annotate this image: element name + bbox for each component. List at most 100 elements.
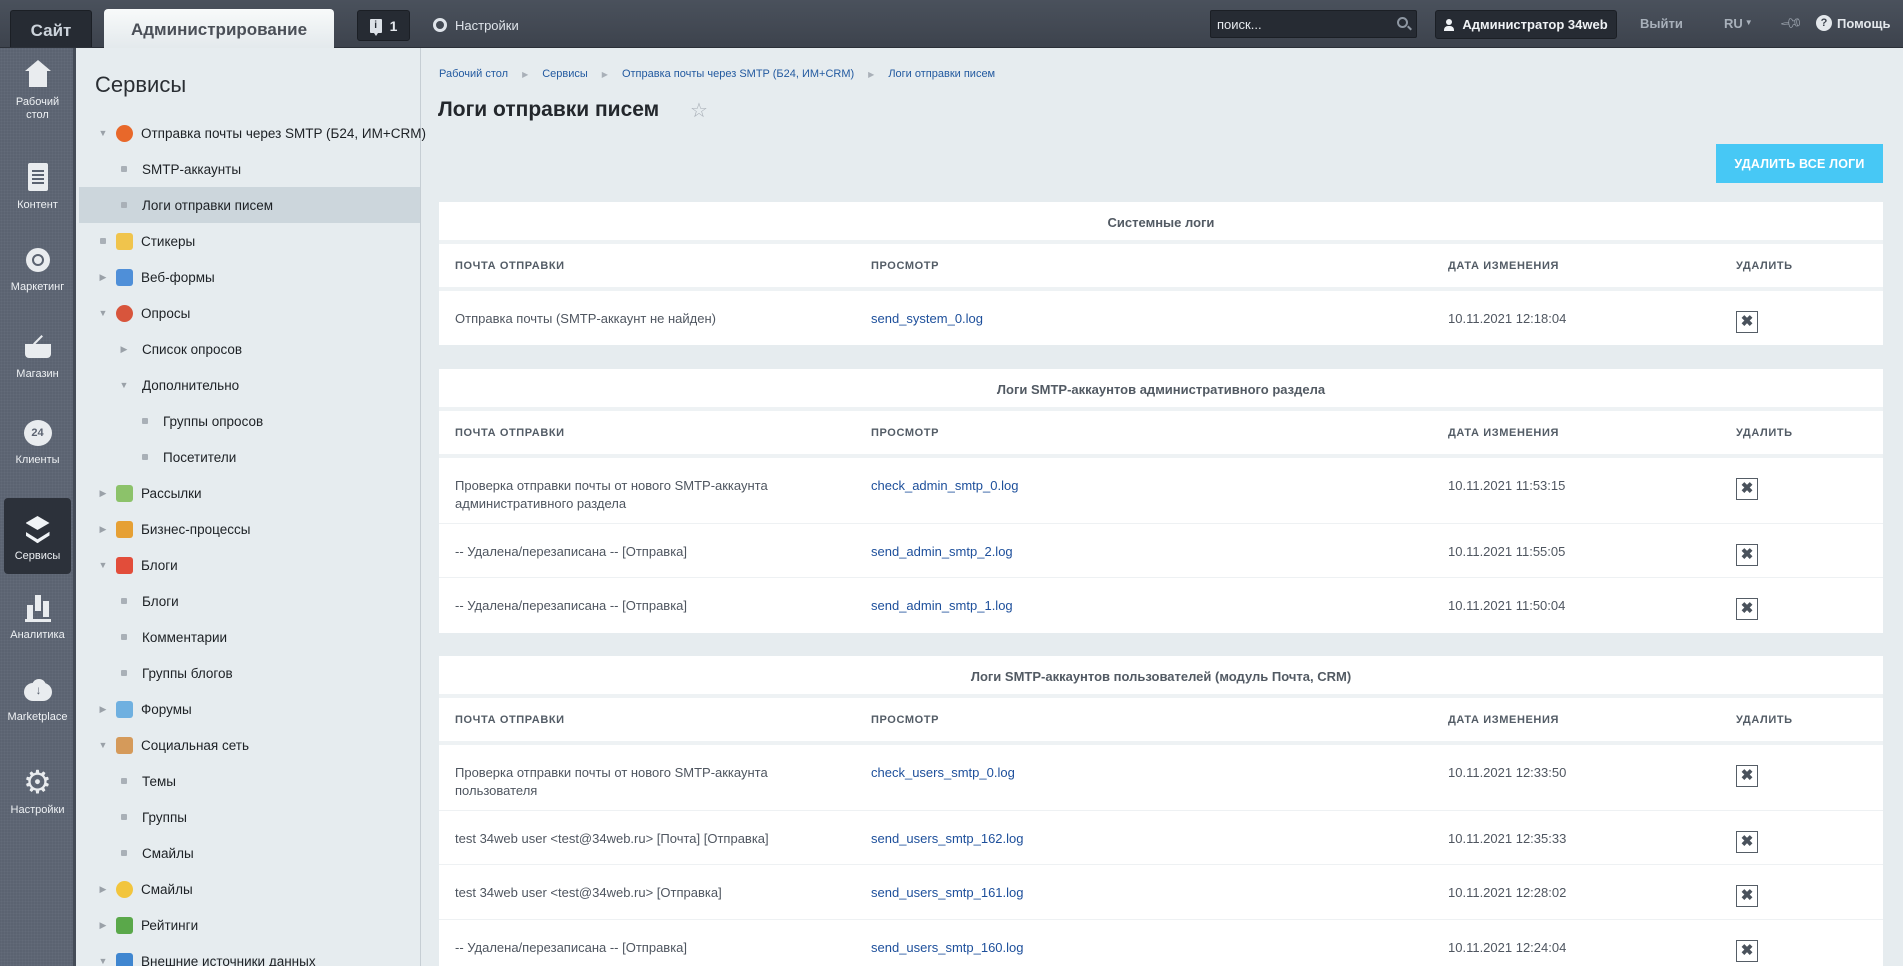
- tree-item[interactable]: Логи отправки писем: [79, 187, 420, 223]
- rail-item-label: Marketplace: [7, 711, 68, 723]
- delete-cell: ✖: [1736, 811, 1876, 853]
- tree-item[interactable]: ▼ Дополнительно: [79, 367, 420, 403]
- collapse-arrow-icon[interactable]: ▶: [96, 884, 110, 895]
- expand-arrow-icon[interactable]: ▼: [96, 740, 110, 750]
- tree-item[interactable]: ▶ Смайлы: [79, 871, 420, 907]
- expand-arrow-icon[interactable]: ▼: [96, 128, 110, 138]
- log-file-link[interactable]: send_users_smtp_161.log: [871, 885, 1024, 900]
- breadcrumb-desktop[interactable]: Рабочий стол: [439, 68, 508, 80]
- tree-item-label: Дополнительно: [142, 377, 240, 393]
- log-file-link[interactable]: check_users_smtp_0.log: [871, 765, 1015, 780]
- tree-item-label: Бизнес-процессы: [141, 521, 251, 537]
- rail-item-settings[interactable]: Настройки: [4, 764, 71, 824]
- delete-log-button[interactable]: ✖: [1736, 598, 1758, 620]
- collapse-arrow-icon[interactable]: ▶: [96, 704, 110, 715]
- expand-arrow-icon[interactable]: ▼: [96, 560, 110, 570]
- tree-item[interactable]: ▶ Форумы: [79, 691, 420, 727]
- tree-item[interactable]: Стикеры: [79, 223, 420, 259]
- rail-item-clients[interactable]: Клиенты: [4, 418, 71, 474]
- expand-arrow-icon[interactable]: ▼: [96, 308, 110, 318]
- tree-item[interactable]: ▼ Отправка почты через SMTP (Б24, ИМ+CRM): [79, 115, 426, 151]
- home-icon: [23, 60, 53, 90]
- table-row: -- Удалена/перезаписана -- [Отправка] sen…: [439, 524, 1883, 578]
- tree-item[interactable]: ▼ Внешние источники данных: [79, 943, 420, 966]
- log-file-link[interactable]: check_admin_smtp_0.log: [871, 478, 1018, 493]
- delete-log-button[interactable]: ✖: [1736, 940, 1758, 962]
- tree-item[interactable]: SMTP-аккаунты: [79, 151, 420, 187]
- rail-item-content[interactable]: Контент: [4, 163, 71, 219]
- rail-item-analytics[interactable]: Аналитика: [4, 593, 71, 649]
- bullet-icon: [121, 202, 127, 208]
- delete-log-button[interactable]: ✖: [1736, 765, 1758, 787]
- tree-item-label: Список опросов: [142, 341, 243, 357]
- help-link[interactable]: ? Помощь: [1816, 15, 1890, 31]
- tree-item[interactable]: ▼ Блоги: [79, 547, 420, 583]
- delete-all-logs-button[interactable]: УДАЛИТЬ ВСЕ ЛОГИ: [1716, 144, 1883, 183]
- notification-info-icon: i: [369, 18, 382, 36]
- delete-cell: ✖: [1736, 920, 1876, 962]
- search-input[interactable]: [1211, 11, 1381, 37]
- section-title: Логи SMTP-аккаунтов административного ра…: [439, 369, 1883, 411]
- tree-item[interactable]: Группы блогов: [79, 655, 420, 691]
- expand-arrow-icon[interactable]: ▼: [96, 956, 110, 966]
- site-tab[interactable]: Сайт: [10, 10, 92, 47]
- document-icon: [23, 163, 53, 193]
- search-icon[interactable]: [1397, 17, 1408, 28]
- rail-item-shop[interactable]: Магазин: [4, 332, 71, 388]
- log-file-link[interactable]: send_users_smtp_160.log: [871, 940, 1024, 955]
- delete-log-button[interactable]: ✖: [1736, 311, 1758, 333]
- target-icon: [23, 245, 53, 275]
- tree-item[interactable]: Блоги: [79, 583, 420, 619]
- tree-item[interactable]: ▶ Рассылки: [79, 475, 420, 511]
- tree-item[interactable]: Темы: [79, 763, 420, 799]
- log-file-link[interactable]: send_admin_smtp_1.log: [871, 598, 1013, 613]
- breadcrumb-smtp[interactable]: Отправка почты через SMTP (Б24, ИМ+CRM): [622, 68, 854, 80]
- log-file-link[interactable]: send_admin_smtp_2.log: [871, 544, 1013, 559]
- collapse-arrow-icon[interactable]: ▶: [96, 488, 110, 499]
- pin-icon[interactable]: 📌︎: [1778, 10, 1804, 36]
- log-file-link[interactable]: send_users_smtp_162.log: [871, 831, 1024, 846]
- collapse-arrow-icon[interactable]: ▶: [117, 344, 131, 355]
- rail-item-marketing[interactable]: Маркетинг: [4, 245, 71, 301]
- tree-item[interactable]: ▶ Рейтинги: [79, 907, 420, 943]
- expand-arrow-icon[interactable]: ▼: [117, 380, 131, 390]
- collapse-arrow-icon[interactable]: ▶: [96, 920, 110, 931]
- delete-log-button[interactable]: ✖: [1736, 544, 1758, 566]
- settings-link[interactable]: Настройки: [433, 14, 519, 36]
- breadcrumb-services[interactable]: Сервисы: [542, 68, 588, 80]
- tree-item[interactable]: ▶ Список опросов: [79, 331, 420, 367]
- column-header: ПОЧТА ОТПРАВКИ: [455, 713, 565, 726]
- settings-label: Настройки: [455, 17, 519, 33]
- tree-item-label: Темы: [142, 773, 176, 789]
- web-forms-icon: [116, 268, 133, 286]
- rail-item-services[interactable]: Сервисы: [4, 498, 71, 574]
- tree-item[interactable]: ▼ Опросы: [79, 295, 420, 331]
- tree-item[interactable]: Группы опросов: [79, 403, 420, 439]
- rail-item-label: Магазин: [16, 368, 59, 380]
- delete-log-button[interactable]: ✖: [1736, 885, 1758, 907]
- table-row: Проверка отправки почты от нового SMTP-а…: [439, 745, 1883, 811]
- administration-tab[interactable]: Администрирование: [104, 9, 334, 49]
- tree-item[interactable]: Группы: [79, 799, 420, 835]
- tree-item[interactable]: Комментарии: [79, 619, 420, 655]
- tree-item[interactable]: ▶ Веб-формы: [79, 259, 420, 295]
- favorite-star-icon[interactable]: ☆: [690, 98, 708, 123]
- notifications-button[interactable]: i 1: [357, 10, 410, 41]
- collapse-arrow-icon[interactable]: ▶: [96, 272, 110, 283]
- bullet-icon: [121, 634, 127, 640]
- tree-item[interactable]: Смайлы: [79, 835, 420, 871]
- rail-item-marketplace[interactable]: Marketplace: [4, 675, 71, 731]
- tree-item[interactable]: ▼ Социальная сеть: [79, 727, 420, 763]
- mail-smtp-icon: [116, 124, 133, 142]
- delete-log-button[interactable]: ✖: [1736, 831, 1758, 853]
- language-selector[interactable]: RU ▼: [1724, 16, 1753, 31]
- rail-item-desktop[interactable]: Рабочий стол: [4, 58, 71, 122]
- user-button[interactable]: Администратор 34web: [1435, 10, 1617, 39]
- log-file-link[interactable]: send_system_0.log: [871, 311, 983, 326]
- tree-item[interactable]: ▶ Бизнес-процессы: [79, 511, 420, 547]
- breadcrumb-current[interactable]: Логи отправки писем: [888, 68, 995, 80]
- collapse-arrow-icon[interactable]: ▶: [96, 524, 110, 535]
- delete-log-button[interactable]: ✖: [1736, 478, 1758, 500]
- logout-link[interactable]: Выйти: [1640, 16, 1683, 31]
- tree-item[interactable]: Посетители: [79, 439, 420, 475]
